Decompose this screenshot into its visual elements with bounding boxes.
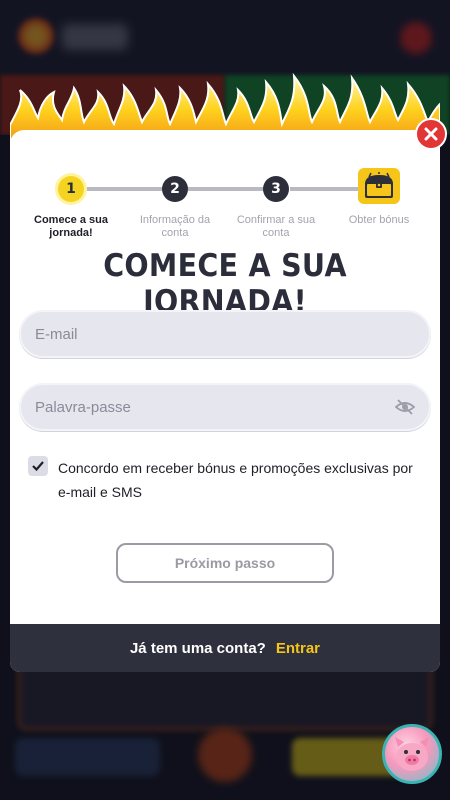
password-field[interactable] (19, 383, 431, 431)
step-3-label: Confirmar a sua conta (236, 214, 316, 239)
consent-checkbox[interactable] (28, 456, 48, 476)
login-footer: Já tem uma conta? Entrar (10, 624, 440, 672)
checkmark-icon (32, 461, 44, 472)
step-connector (84, 187, 174, 191)
step-connector (290, 187, 360, 191)
step-3-indicator: 3 (263, 176, 289, 202)
step-2-indicator: 2 (162, 176, 188, 202)
close-icon (424, 127, 438, 141)
treasure-chest-icon (358, 168, 400, 204)
signup-modal: 1 2 3 Comece a sua jornada! Informação d… (10, 130, 440, 672)
pig-mascot-icon[interactable] (382, 724, 442, 784)
step-4-label: Obter bónus (348, 214, 410, 226)
next-step-button[interactable]: Próximo passo (116, 543, 334, 583)
step-1-indicator: 1 (58, 176, 84, 202)
progress-stepper: 1 2 3 Comece a sua jornada! Informação d… (10, 150, 440, 239)
step-2-label: Informação da conta (139, 214, 211, 239)
email-input[interactable] (35, 312, 375, 356)
step-1-label: Comece a sua jornada! (34, 214, 108, 239)
close-button[interactable] (415, 118, 447, 150)
login-prompt: Já tem uma conta? (129, 639, 266, 657)
login-link[interactable]: Entrar (276, 640, 320, 657)
email-field[interactable] (19, 310, 431, 358)
eye-slash-icon[interactable] (395, 398, 415, 416)
password-input[interactable] (35, 385, 375, 429)
consent-label: Concordo em receber bónus e promoções ex… (58, 460, 413, 500)
